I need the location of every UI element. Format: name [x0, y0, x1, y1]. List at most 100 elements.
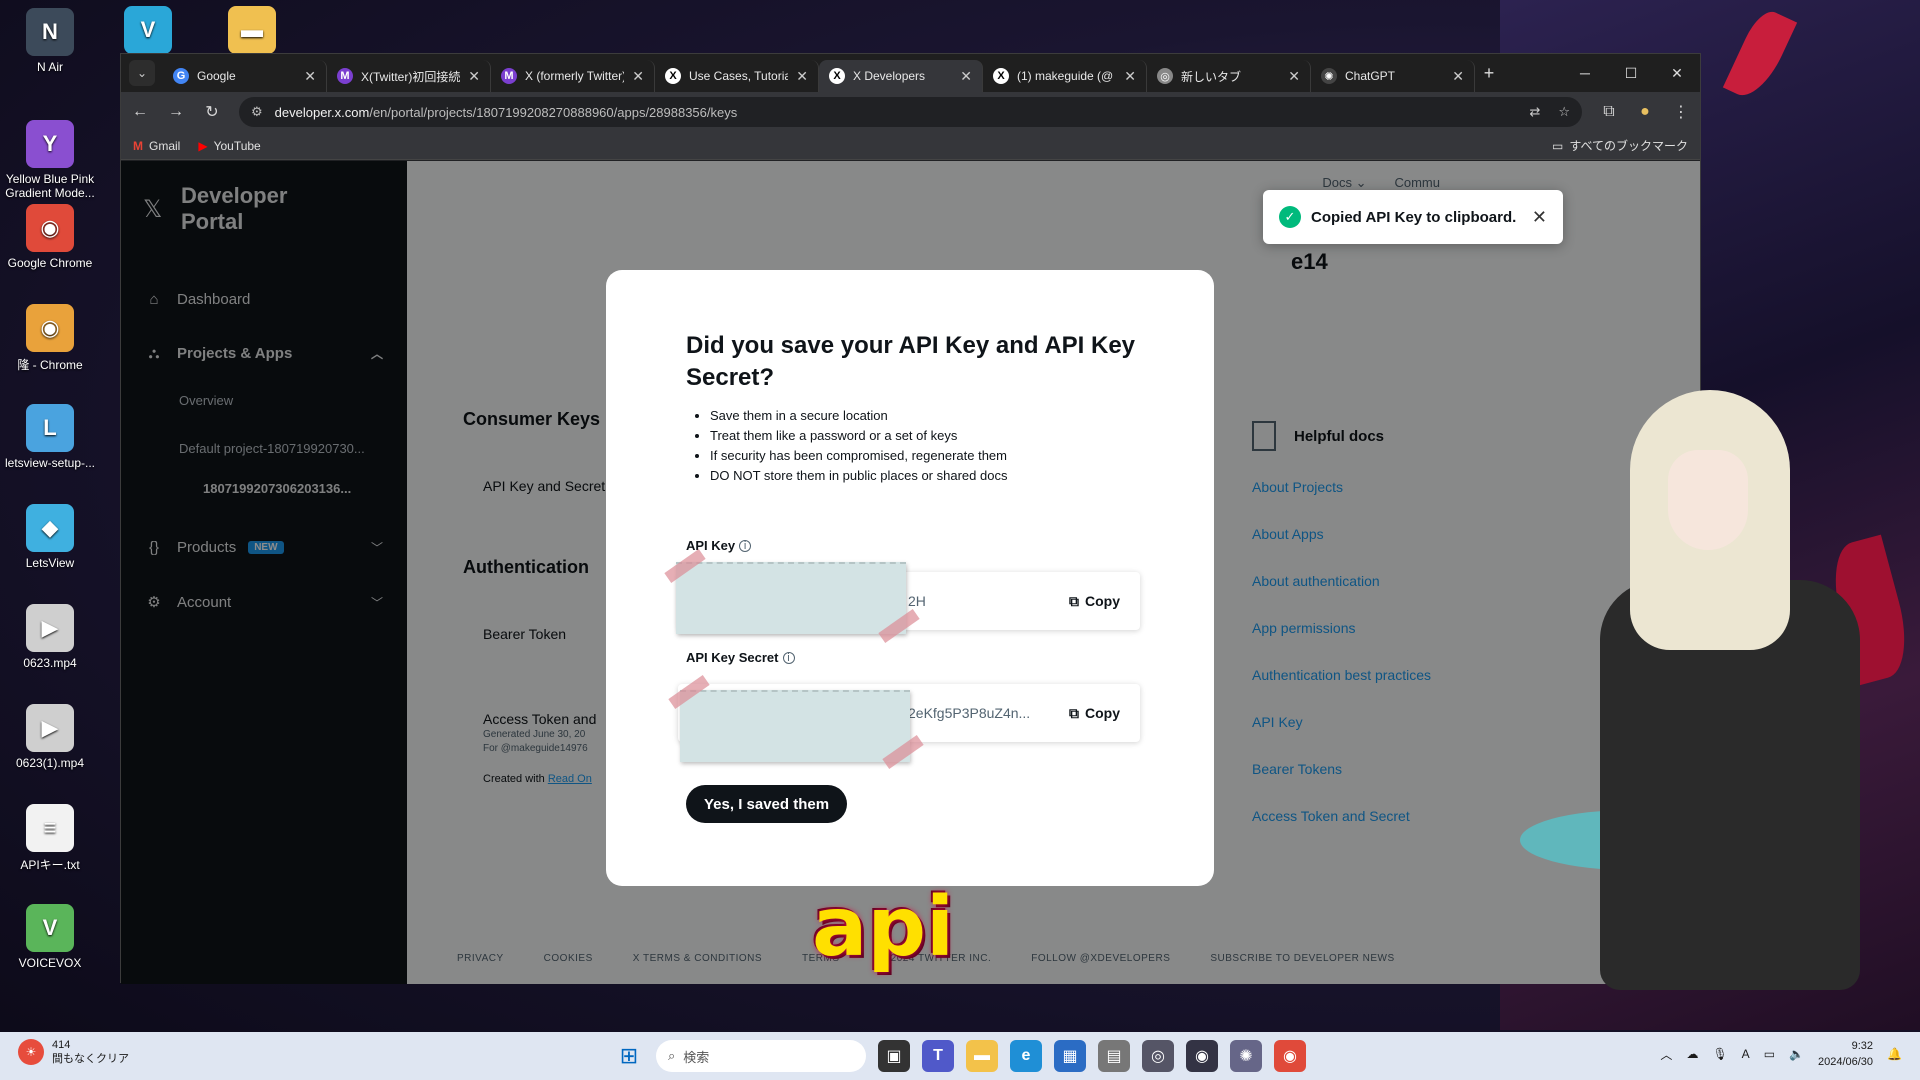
close-toast-icon[interactable]: ✕ — [1532, 207, 1547, 228]
browser-tab[interactable]: ✺ ChatGPT ✕ — [1311, 60, 1475, 92]
all-bookmarks-button[interactable]: ▭ すべてのブックマーク — [1552, 137, 1688, 154]
api-key-value[interactable]: 2H — [908, 593, 1069, 609]
taskbar-search[interactable]: ⌕ 検索 — [656, 1040, 866, 1072]
check-icon: ✓ — [1279, 206, 1301, 228]
url-host: developer.x.com — [274, 104, 370, 120]
desktop-icon[interactable]: Lletsview-setup-... — [0, 404, 100, 470]
tab-favicon-icon: G — [173, 68, 189, 84]
desktop-icon[interactable]: ≡ APIキー.txt — [0, 804, 100, 873]
desktop-icon[interactable]: ▶ 0623.mp4 — [0, 604, 100, 670]
close-tab-icon[interactable]: ✕ — [796, 68, 808, 85]
weather-widget[interactable]: ☀ 414 間もなくクリア — [18, 1038, 129, 1066]
browser-tab[interactable]: X (1) makeguide (@ ✕ — [983, 60, 1147, 92]
chevron-up-icon[interactable]: ︿ — [1660, 1046, 1672, 1063]
desktop-icon[interactable]: N N Air — [0, 8, 100, 74]
desktop-icon[interactable]: ◉ 隆 - Chrome — [0, 304, 100, 373]
toast-message: Copied API Key to clipboard. — [1311, 208, 1517, 226]
tab-title: 新しいタブ — [1181, 69, 1242, 84]
modal-bullet-list: Save them in a secure location Treat the… — [710, 406, 1136, 486]
back-icon[interactable]: ← — [131, 103, 149, 121]
tab-title: Use Cases, Tutorials — [689, 69, 789, 83]
teams-icon[interactable]: T — [922, 1040, 954, 1072]
desktop-icon[interactable]: ◆ LetsView — [0, 504, 100, 570]
window-controls: ─ ☐ ✕ — [1562, 65, 1700, 82]
browser-tab[interactable]: G Google ✕ — [163, 60, 327, 92]
volume-icon[interactable]: 🔈 — [1789, 1047, 1804, 1061]
notification-bell-icon[interactable]: 🔔 — [1887, 1047, 1902, 1061]
desktop-icon[interactable]: Y Yellow Blue Pink Gradient Mode... — [0, 120, 100, 200]
close-window-icon[interactable]: ✕ — [1654, 65, 1700, 82]
browser-tab[interactable]: M X (formerly Twitter) ✕ — [491, 60, 655, 92]
maximize-icon[interactable]: ☐ — [1608, 65, 1654, 82]
task-view-icon[interactable]: ▣ — [878, 1040, 910, 1072]
network-icon[interactable]: ▭ — [1764, 1047, 1775, 1061]
tab-title: (1) makeguide (@ — [1017, 69, 1114, 83]
copy-api-key-secret-button[interactable]: ⧉ Copy — [1069, 705, 1120, 722]
browser-tab[interactable]: X X Developers ✕ — [819, 60, 983, 92]
obs-icon[interactable]: ◉ — [1186, 1040, 1218, 1072]
api-key-secret-value[interactable]: 2eKfg5P3P8uZ4n... — [908, 705, 1069, 721]
weather-icon: ☀ — [18, 1039, 44, 1065]
browser-tab[interactable]: M X(Twitter)初回接続 ✕ — [327, 60, 491, 92]
desktop-icon-image: ▶ — [26, 604, 74, 652]
bookmark-youtube[interactable]: ▶ YouTube — [198, 139, 260, 153]
forward-icon[interactable]: → — [167, 103, 185, 121]
address-bar[interactable]: ⚙ developer.x.com/en/portal/projects/180… — [239, 97, 1582, 127]
browser-tab[interactable]: X Use Cases, Tutorials ✕ — [655, 60, 819, 92]
desktop-icon[interactable]: V VOICEVOX — [0, 904, 100, 970]
app-icon[interactable]: ◎ — [1142, 1040, 1174, 1072]
close-tab-icon[interactable]: ✕ — [1288, 68, 1300, 85]
info-icon[interactable]: i — [782, 651, 795, 664]
close-tab-icon[interactable]: ✕ — [304, 68, 316, 85]
close-tab-icon[interactable]: ✕ — [468, 68, 480, 85]
extensions-icon[interactable]: ⧉ — [1600, 103, 1618, 121]
desktop-icon-image: V — [26, 904, 74, 952]
close-tab-icon[interactable]: ✕ — [960, 68, 972, 85]
info-icon[interactable]: i — [739, 539, 752, 552]
cloud-icon[interactable]: ☁ — [1686, 1047, 1698, 1061]
windows-start-icon[interactable]: ⊞ — [614, 1041, 644, 1071]
site-info-icon[interactable]: ⚙ — [251, 104, 263, 120]
photos-icon[interactable]: ▤ — [1098, 1040, 1130, 1072]
close-tab-icon[interactable]: ✕ — [632, 68, 644, 85]
new-tab-button[interactable]: + — [1475, 63, 1503, 84]
edge-icon[interactable]: e — [1010, 1040, 1042, 1072]
desktop-icon[interactable]: ◉ Google Chrome — [0, 204, 100, 270]
tab-favicon-icon: X — [829, 68, 845, 84]
bookmark-gmail[interactable]: M Gmail — [133, 139, 180, 153]
ime-icon[interactable]: A — [1742, 1047, 1750, 1061]
profile-avatar[interactable]: ● — [1636, 103, 1654, 121]
close-tab-icon[interactable]: ✕ — [1124, 68, 1136, 85]
file-explorer-icon[interactable]: ▬ — [966, 1040, 998, 1072]
desktop-icon-image: ◉ — [26, 204, 74, 252]
bookmark-star-icon[interactable]: ☆ — [1558, 104, 1570, 120]
list-item: Save them in a secure location — [710, 406, 1136, 426]
list-item: DO NOT store them in public places or sh… — [710, 466, 1136, 486]
desktop-icon[interactable]: ▬ — [202, 6, 302, 58]
minimize-icon[interactable]: ─ — [1562, 65, 1608, 82]
close-tab-icon[interactable]: ✕ — [1452, 68, 1464, 85]
store-icon[interactable]: ▦ — [1054, 1040, 1086, 1072]
taskbar-apps: ⊞ ⌕ 検索 ▣ T ▬ e ▦ ▤ ◎ ◉ ✺ ◉ — [614, 1040, 1306, 1072]
api-key-secret-label: API Key Secret i — [686, 650, 795, 665]
desktop-icon-label: VOICEVOX — [18, 956, 82, 970]
app-icon[interactable]: ✺ — [1230, 1040, 1262, 1072]
tab-favicon-icon: ◎ — [1157, 68, 1173, 84]
microphone-icon[interactable]: 🎙 — [1712, 1047, 1727, 1061]
redaction-tape — [680, 690, 910, 762]
browser-menu-icon[interactable]: ⋮ — [1672, 102, 1690, 122]
yes-saved-button[interactable]: Yes, I saved them — [686, 785, 848, 823]
chrome-icon[interactable]: ◉ — [1274, 1040, 1306, 1072]
tab-title: X (formerly Twitter) — [525, 69, 625, 83]
desktop-icon[interactable]: ▶ 0623(1).mp4 — [0, 704, 100, 770]
clock[interactable]: 9:32 2024/06/30 — [1818, 1038, 1873, 1070]
copy-icon: ⧉ — [1069, 704, 1079, 721]
desktop-icon-label: LetsView — [25, 556, 75, 570]
copy-api-key-button[interactable]: ⧉ Copy — [1069, 593, 1120, 610]
tab-search-button[interactable]: ⌄ — [129, 60, 155, 86]
browser-tab[interactable]: ◎ 新しいタブ ✕ — [1147, 60, 1311, 92]
gmail-icon: M — [133, 138, 143, 153]
desktop-icon[interactable]: V — [98, 6, 198, 58]
translate-icon[interactable]: ⇄ — [1529, 104, 1540, 120]
reload-icon[interactable]: ↻ — [203, 102, 221, 122]
